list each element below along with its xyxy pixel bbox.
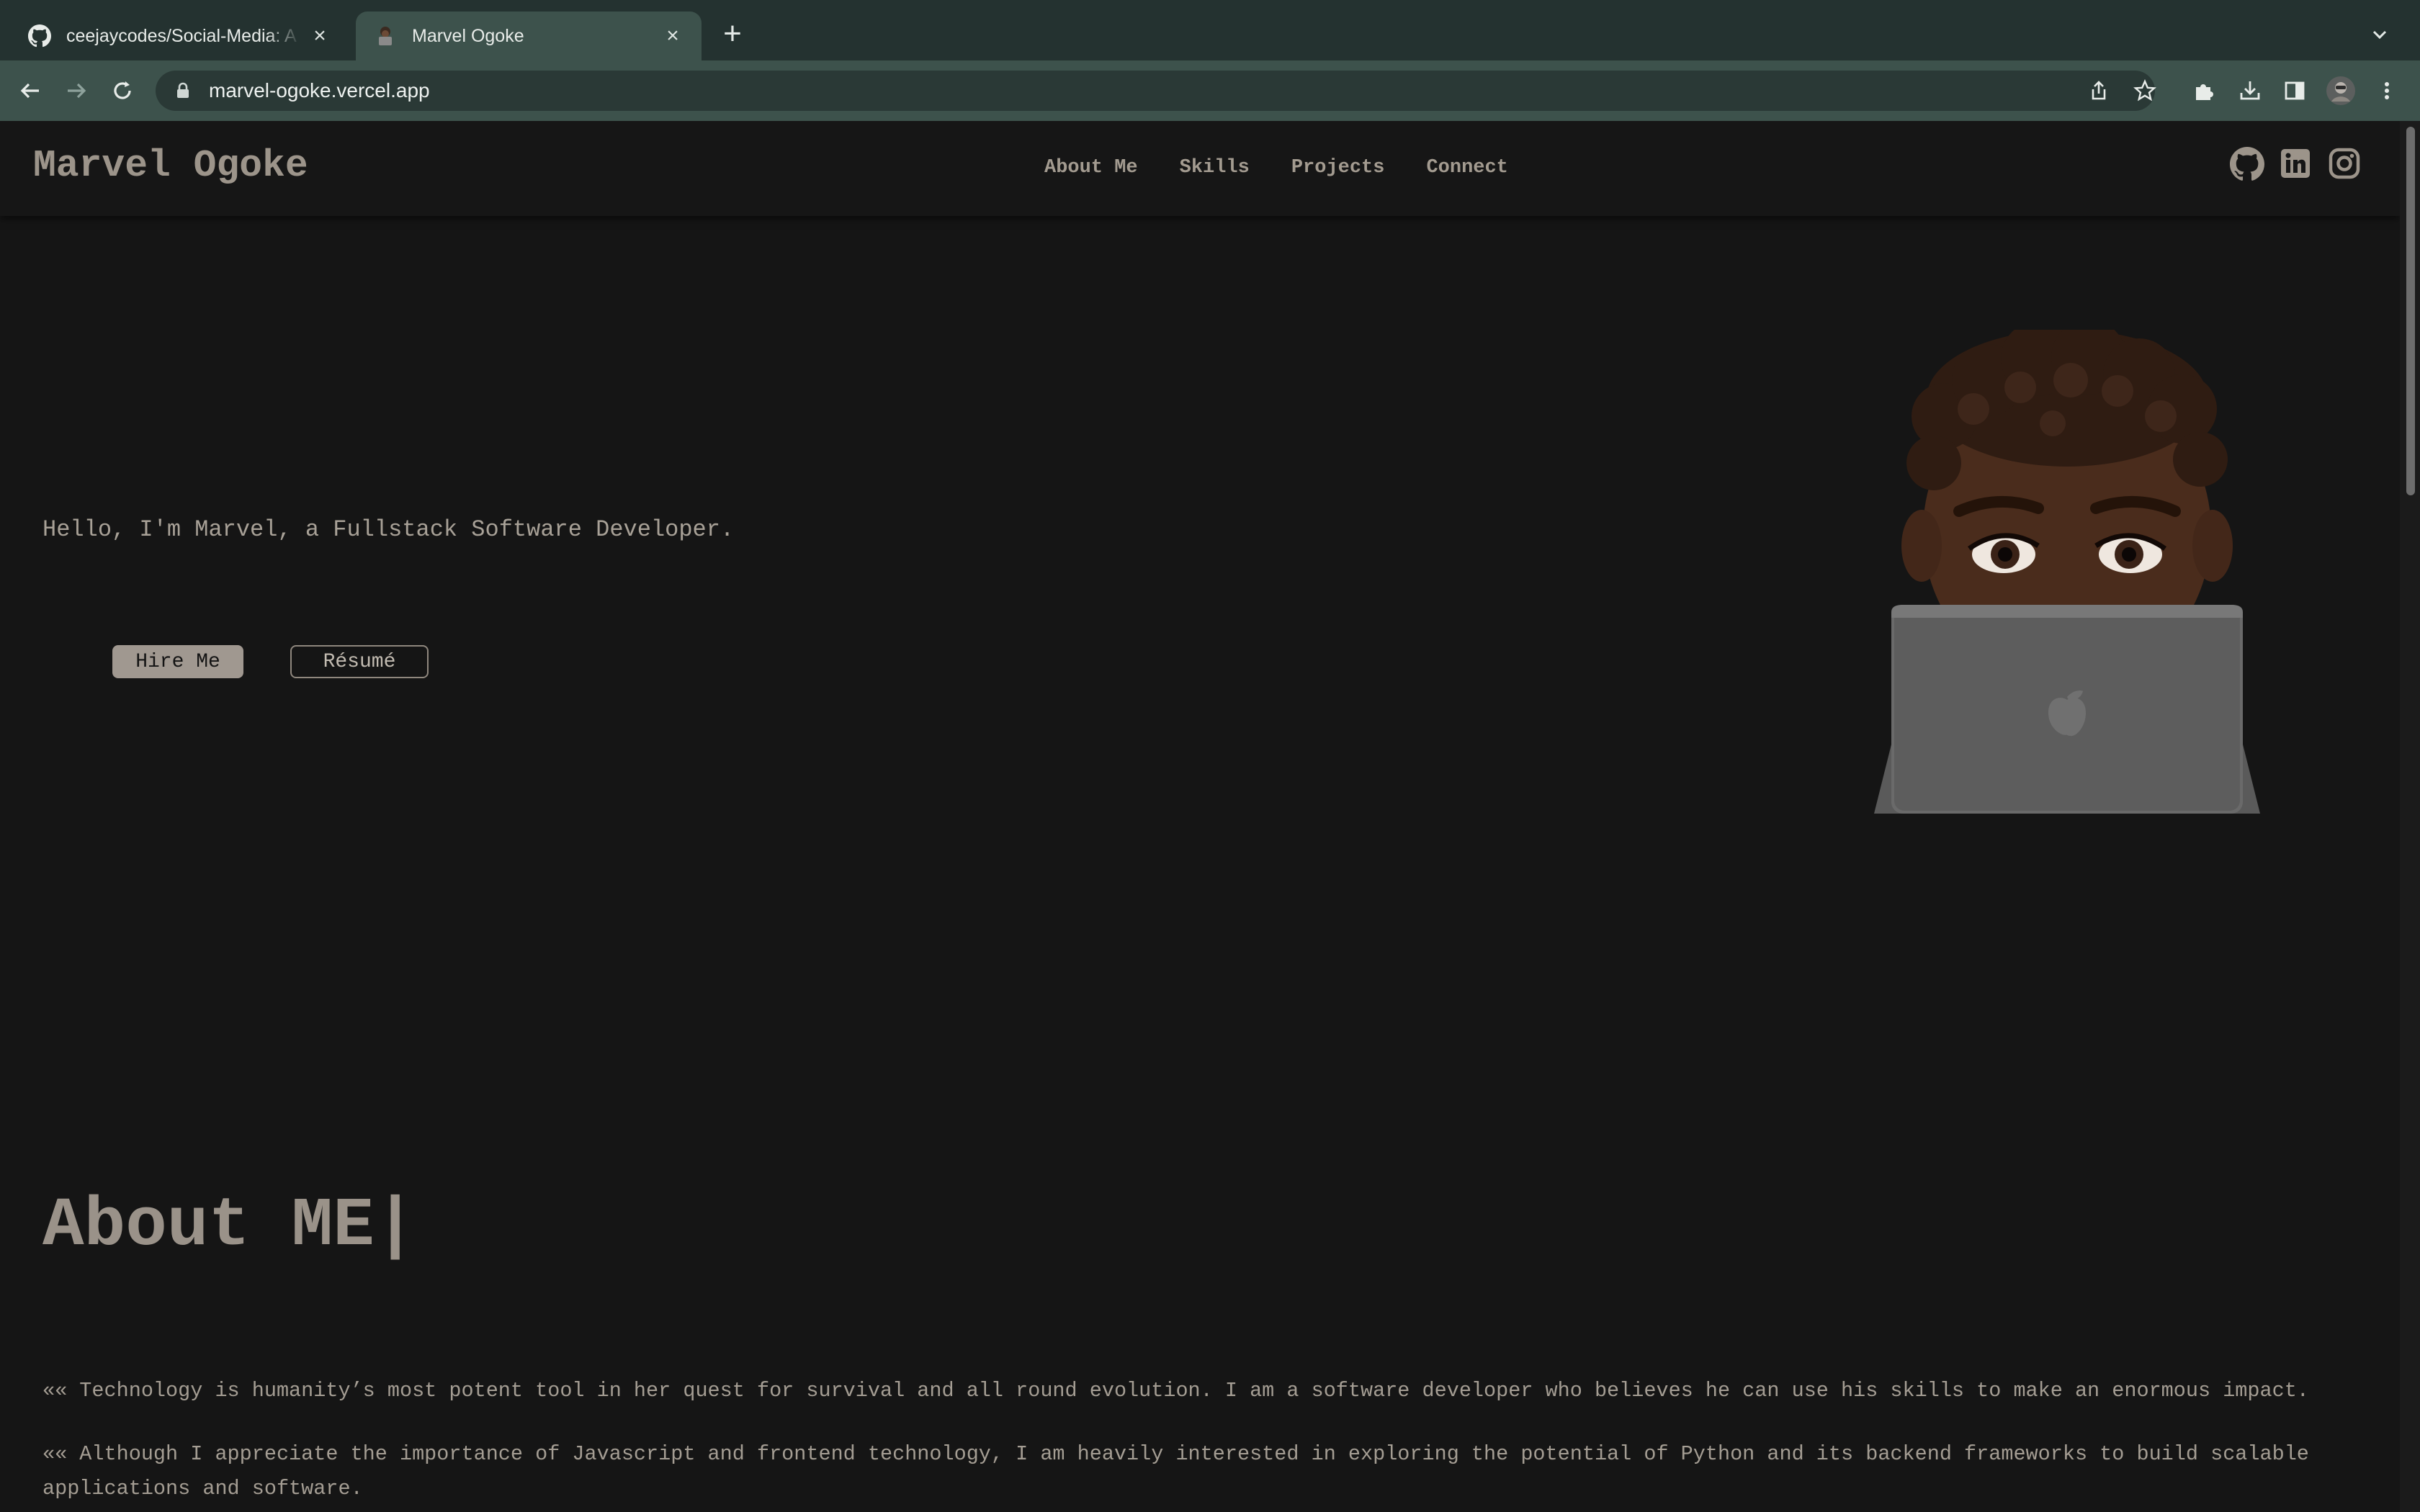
page-scrollbar[interactable] bbox=[2400, 121, 2420, 1512]
download-icon[interactable] bbox=[2234, 75, 2266, 107]
about-paragraph: «« Although I appreciate the importance … bbox=[42, 1442, 2309, 1500]
nav-about-me[interactable]: About Me bbox=[1044, 157, 1138, 179]
hire-me-button[interactable]: Hire Me bbox=[112, 645, 243, 678]
star-icon[interactable] bbox=[2129, 75, 2161, 107]
sidepanel-icon[interactable] bbox=[2279, 75, 2311, 107]
tab-github[interactable]: ceejaycodes/Social-Media: A S × bbox=[10, 12, 349, 60]
share-icon[interactable] bbox=[2083, 75, 2115, 107]
memoji-icon bbox=[373, 24, 398, 48]
close-icon[interactable]: × bbox=[308, 24, 331, 48]
nav-skills[interactable]: Skills bbox=[1180, 157, 1250, 179]
new-tab-button[interactable]: + bbox=[714, 17, 750, 53]
close-icon[interactable]: × bbox=[661, 24, 684, 48]
site-brand[interactable]: Marvel Ogoke bbox=[33, 144, 308, 187]
tab-title: ceejaycodes/Social-Media: A S bbox=[66, 25, 301, 46]
forward-icon[interactable] bbox=[60, 75, 92, 107]
lock-icon bbox=[174, 82, 192, 99]
hero-tagline: Hello, I'm Marvel, a Fullstack Software … bbox=[42, 516, 735, 543]
profile-icon[interactable] bbox=[2325, 75, 2357, 107]
github-icon bbox=[27, 24, 52, 48]
url-text: marvel-ogoke.vercel.app bbox=[209, 79, 430, 102]
browser-toolbar: marvel-ogoke.vercel.app bbox=[0, 60, 2420, 121]
nav-projects[interactable]: Projects bbox=[1291, 157, 1385, 179]
about-paragraph: «« Technology is humanity’s most potent … bbox=[42, 1379, 2309, 1403]
tab-title: Marvel Ogoke bbox=[412, 25, 524, 46]
resume-button[interactable]: Résumé bbox=[290, 645, 429, 678]
scrollbar-thumb[interactable] bbox=[2406, 127, 2415, 495]
tab-strip: ceejaycodes/Social-Media: A S × Marvel O… bbox=[0, 0, 2420, 60]
site-nav-links: About Me Skills Projects Connect bbox=[1044, 157, 1508, 179]
site-header: Marvel Ogoke About Me Skills Projects Co… bbox=[0, 121, 2400, 216]
instagram-icon[interactable] bbox=[2328, 147, 2362, 181]
memoji-avatar-image bbox=[1865, 320, 2269, 814]
address-bar[interactable]: marvel-ogoke.vercel.app bbox=[156, 71, 2155, 111]
reload-icon[interactable] bbox=[107, 75, 138, 107]
tab-search-chevron-icon[interactable] bbox=[2365, 20, 2394, 49]
linkedin-icon[interactable] bbox=[2279, 147, 2313, 181]
menu-icon[interactable] bbox=[2371, 75, 2403, 107]
nav-connect[interactable]: Connect bbox=[1426, 157, 1507, 179]
extensions-icon[interactable] bbox=[2188, 75, 2220, 107]
page-viewport: Marvel Ogoke About Me Skills Projects Co… bbox=[0, 121, 2400, 1512]
about-heading: About ME| bbox=[42, 1187, 416, 1265]
github-icon[interactable] bbox=[2230, 147, 2264, 181]
back-icon[interactable] bbox=[14, 75, 46, 107]
tab-marvel-ogoke[interactable]: Marvel Ogoke × bbox=[356, 12, 702, 60]
